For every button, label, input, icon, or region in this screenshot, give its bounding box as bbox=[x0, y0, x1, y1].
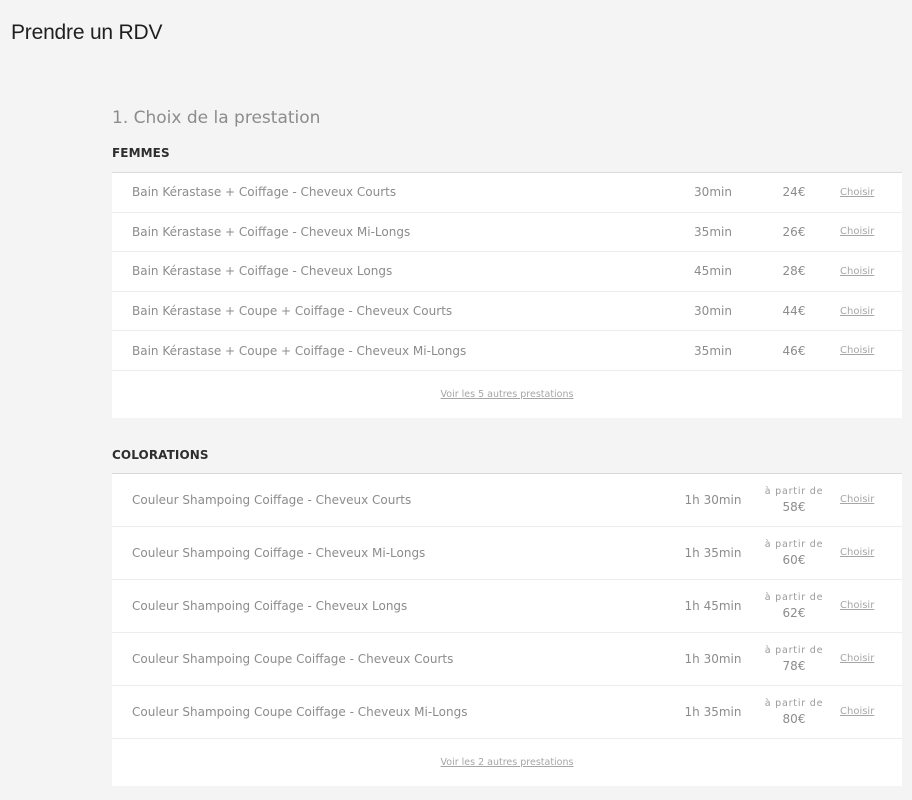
booking-content: 1. Choix de la prestation FEMMES Bain Ké… bbox=[112, 105, 902, 786]
price-from-label: à partir de bbox=[764, 697, 824, 709]
service-price: à partir de 78€ bbox=[748, 644, 840, 674]
show-more-colorations-link[interactable]: Voir les 2 autres prestations bbox=[441, 757, 574, 768]
service-price: à partir de 80€ bbox=[748, 697, 840, 727]
show-more-femmes-link[interactable]: Voir les 5 autres prestations bbox=[441, 389, 574, 400]
service-price: à partir de 62€ bbox=[748, 591, 840, 621]
service-name: Couleur Shampoing Coupe Coiffage - Cheve… bbox=[132, 704, 468, 719]
service-name: Bain Kérastase + Coupe + Coiffage - Chev… bbox=[132, 343, 467, 358]
choose-service-link[interactable]: Choisir bbox=[840, 266, 902, 277]
service-name: Bain Kérastase + Coiffage - Cheveux Cour… bbox=[132, 185, 397, 200]
service-duration: 1h 30min bbox=[684, 492, 742, 507]
choose-service-link[interactable]: Choisir bbox=[840, 345, 902, 356]
service-name: Couleur Shampoing Coupe Coiffage - Cheve… bbox=[132, 651, 454, 666]
service-duration: 45min bbox=[694, 264, 732, 279]
service-name: Bain Kérastase + Coupe + Coiffage - Chev… bbox=[132, 304, 453, 319]
service-name: Couleur Shampoing Coiffage - Cheveux Mi-… bbox=[132, 545, 426, 560]
service-price: 46€ bbox=[782, 343, 806, 358]
service-row: Bain Kérastase + Coiffage - Cheveux Mi-L… bbox=[112, 213, 902, 253]
category-title-femmes: FEMMES bbox=[112, 145, 902, 173]
page-title: Prendre un RDV bbox=[11, 21, 163, 44]
show-more-row: Voir les 2 autres prestations bbox=[112, 739, 902, 786]
service-duration: 1h 35min bbox=[684, 545, 742, 560]
price-from-label: à partir de bbox=[764, 485, 824, 497]
service-name: Couleur Shampoing Coiffage - Cheveux Lon… bbox=[132, 598, 408, 613]
price-value: 80€ bbox=[782, 711, 806, 726]
service-list-colorations: Couleur Shampoing Coiffage - Cheveux Cou… bbox=[112, 473, 902, 786]
service-row: Couleur Shampoing Coupe Coiffage - Cheve… bbox=[112, 633, 902, 686]
choose-service-link[interactable]: Choisir bbox=[840, 706, 902, 717]
price-value: 62€ bbox=[782, 605, 806, 620]
choose-service-link[interactable]: Choisir bbox=[840, 306, 902, 317]
service-duration: 35min bbox=[694, 224, 732, 239]
choose-service-link[interactable]: Choisir bbox=[840, 494, 902, 505]
choose-service-link[interactable]: Choisir bbox=[840, 547, 902, 558]
service-price: 44€ bbox=[782, 304, 806, 319]
service-duration: 30min bbox=[694, 304, 732, 319]
category-title-colorations: COLORATIONS bbox=[112, 447, 902, 474]
service-duration: 30min bbox=[694, 185, 732, 200]
service-row: Couleur Shampoing Coupe Coiffage - Cheve… bbox=[112, 686, 902, 739]
step-title: 1. Choix de la prestation bbox=[112, 108, 321, 128]
price-from-label: à partir de bbox=[764, 538, 824, 550]
choose-service-link[interactable]: Choisir bbox=[840, 187, 902, 198]
service-duration: 1h 30min bbox=[684, 651, 742, 666]
choose-service-link[interactable]: Choisir bbox=[840, 600, 902, 611]
service-list-femmes: Bain Kérastase + Coiffage - Cheveux Cour… bbox=[112, 173, 902, 418]
show-more-row: Voir les 5 autres prestations bbox=[112, 371, 902, 418]
price-value: 58€ bbox=[782, 499, 806, 514]
service-price: 24€ bbox=[782, 185, 806, 200]
service-duration: 1h 45min bbox=[684, 598, 742, 613]
service-row: Bain Kérastase + Coupe + Coiffage - Chev… bbox=[112, 292, 902, 332]
price-value: 78€ bbox=[782, 658, 806, 673]
service-price: 28€ bbox=[782, 264, 806, 279]
service-price: à partir de 60€ bbox=[748, 538, 840, 568]
service-row: Couleur Shampoing Coiffage - Cheveux Lon… bbox=[112, 580, 902, 633]
service-row: Bain Kérastase + Coupe + Coiffage - Chev… bbox=[112, 331, 902, 371]
service-name: Bain Kérastase + Coiffage - Cheveux Mi-L… bbox=[132, 224, 411, 239]
service-duration: 35min bbox=[694, 343, 732, 358]
price-from-label: à partir de bbox=[764, 644, 824, 656]
service-price: à partir de 58€ bbox=[748, 485, 840, 515]
service-row: Couleur Shampoing Coiffage - Cheveux Cou… bbox=[112, 474, 902, 527]
choose-service-link[interactable]: Choisir bbox=[840, 226, 902, 237]
service-name: Bain Kérastase + Coiffage - Cheveux Long… bbox=[132, 264, 393, 279]
price-value: 60€ bbox=[782, 552, 806, 567]
service-row: Bain Kérastase + Coiffage - Cheveux Cour… bbox=[112, 173, 902, 213]
service-duration: 1h 35min bbox=[684, 704, 742, 719]
service-price: 26€ bbox=[782, 224, 806, 239]
service-row: Bain Kérastase + Coiffage - Cheveux Long… bbox=[112, 252, 902, 292]
service-name: Couleur Shampoing Coiffage - Cheveux Cou… bbox=[132, 492, 412, 507]
price-from-label: à partir de bbox=[764, 591, 824, 603]
choose-service-link[interactable]: Choisir bbox=[840, 653, 902, 664]
service-row: Couleur Shampoing Coiffage - Cheveux Mi-… bbox=[112, 527, 902, 580]
